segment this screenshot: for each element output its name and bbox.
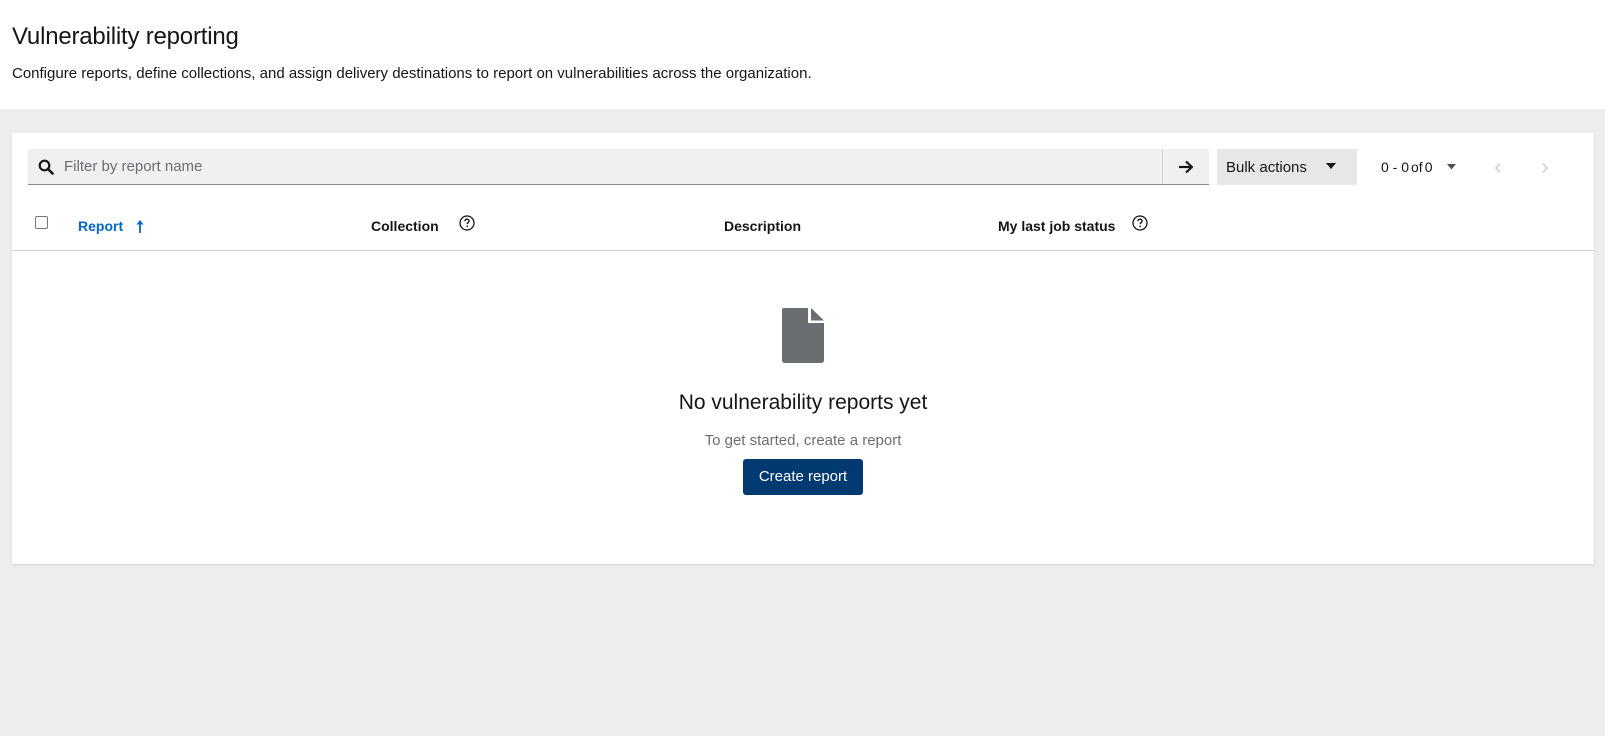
column-header-report[interactable]: Report bbox=[78, 217, 144, 235]
search-group bbox=[28, 149, 1209, 185]
help-icon[interactable] bbox=[1132, 215, 1148, 236]
bulk-actions-dropdown[interactable]: Bulk actions bbox=[1217, 149, 1357, 185]
column-header-last-job-status: My last job status bbox=[998, 218, 1116, 234]
pagination-of-label: of bbox=[1411, 159, 1423, 175]
toolbar: Bulk actions 0 - 0 of 0 bbox=[28, 149, 1578, 185]
empty-state-body: To get started, create a report bbox=[704, 432, 902, 449]
sort-ascending-icon bbox=[136, 219, 144, 233]
create-report-button[interactable]: Create report bbox=[742, 459, 864, 495]
search-submit-button[interactable] bbox=[1162, 149, 1209, 184]
next-page-button[interactable] bbox=[1541, 161, 1549, 179]
caret-down-icon bbox=[1446, 164, 1456, 170]
chevron-left-icon bbox=[1494, 162, 1501, 174]
empty-state: No vulnerability reports yet To get star… bbox=[12, 308, 1594, 495]
pagination-range: 0 - 0 bbox=[1381, 159, 1410, 175]
chevron-right-icon bbox=[1542, 162, 1549, 174]
column-label: Report bbox=[78, 218, 124, 234]
file-icon bbox=[782, 308, 824, 363]
search-input[interactable] bbox=[64, 149, 1162, 184]
reports-card: Bulk actions 0 - 0 of 0 Report Collectio… bbox=[12, 133, 1594, 564]
page-title: Vulnerability reporting bbox=[12, 23, 239, 50]
empty-state-title: No vulnerability reports yet bbox=[678, 391, 928, 414]
column-header-description: Description bbox=[724, 218, 802, 234]
select-all-checkbox[interactable] bbox=[35, 216, 48, 229]
pagination-toggle[interactable]: 0 - 0 of 0 bbox=[1381, 149, 1456, 185]
search-icon bbox=[28, 149, 64, 184]
table-header: Report Collection Description My last jo… bbox=[12, 201, 1594, 251]
column-header-collection[interactable]: Collection bbox=[371, 217, 439, 235]
caret-down-icon bbox=[1326, 163, 1336, 169]
bulk-actions-label: Bulk actions bbox=[1226, 158, 1307, 176]
previous-page-button[interactable] bbox=[1494, 161, 1502, 179]
page-subtitle: Configure reports, define collections, a… bbox=[12, 65, 812, 82]
arrow-right-icon bbox=[1179, 160, 1194, 173]
page-header: Vulnerability reporting Configure report… bbox=[0, 0, 1605, 109]
pagination-total: 0 bbox=[1424, 159, 1433, 175]
pagination-menu-toggle[interactable] bbox=[1446, 164, 1456, 170]
help-icon[interactable] bbox=[459, 215, 475, 236]
